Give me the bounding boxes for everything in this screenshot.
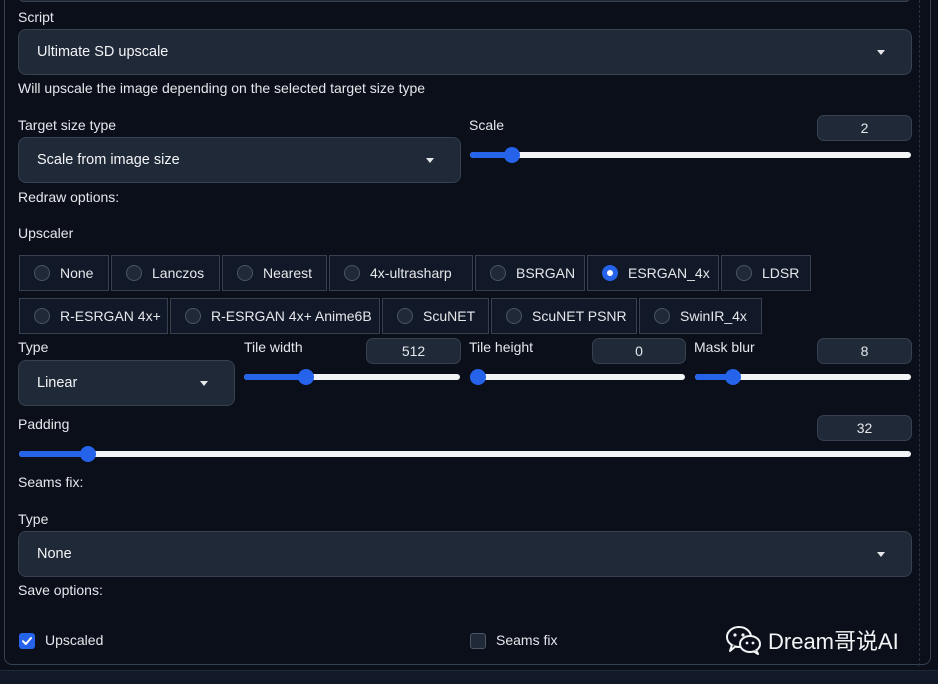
script-label: Script [18,9,54,25]
slider-thumb[interactable] [470,369,486,385]
upscaler-option-r-esrgan-4x-plus[interactable]: R-ESRGAN 4x+ [19,298,168,334]
upscaler-option-label: Nearest [263,265,313,281]
checkmark-icon [22,637,32,645]
upscaler-option-lanczos[interactable]: Lanczos [111,255,220,291]
padding-slider[interactable] [19,446,911,462]
upscaler-option-esrgan-4x[interactable]: ESRGAN_4x [587,255,719,291]
chevron-down-icon [877,552,885,557]
upscaler-option-label: Lanczos [152,265,205,281]
radio-icon [126,265,142,281]
radio-icon [185,308,201,324]
upscaler-option-nearest[interactable]: Nearest [222,255,327,291]
slider-track [470,374,685,380]
redraw-type-selected: Linear [37,375,78,391]
previous-field-edge [18,0,911,2]
script-selected: Ultimate SD upscale [37,44,169,60]
upscaler-option-label: 4x-ultrasharp [370,265,452,281]
upscaler-option-label: ESRGAN_4x [628,265,710,281]
radio-icon [34,308,50,324]
slider-thumb[interactable] [80,446,97,462]
padding-label: Padding [18,416,70,432]
scale-slider[interactable] [470,147,911,163]
scale-label: Scale [469,117,505,133]
chevron-down-icon [877,50,885,55]
tile-width-label: Tile width [244,339,303,355]
slider-thumb[interactable] [725,369,741,385]
mask-blur-label: Mask blur [694,339,755,355]
radio-icon [344,265,360,281]
upscaler-option-label: BSRGAN [516,265,576,281]
slider-thumb[interactable] [504,147,520,163]
seams-type-dropdown[interactable]: None [18,531,912,577]
tile-height-slider[interactable] [470,369,685,385]
slider-track [470,152,911,158]
radio-icon [654,308,670,324]
upscaled-checkbox-label[interactable]: Upscaled [45,632,103,648]
slider-thumb[interactable] [298,369,314,385]
upscaler-option-label: None [60,265,94,281]
target-size-type-label: Target size type [18,117,117,133]
watermark-text: Dream哥说AI [768,629,899,654]
radio-icon [736,265,752,281]
padding-number-input[interactable]: 32 [817,415,912,441]
upscaler-option-r-esrgan-4x-plus-anime6b[interactable]: R-ESRGAN 4x+ Anime6B [170,298,380,334]
upscaler-label: Upscaler [18,225,74,241]
script-dropdown[interactable]: Ultimate SD upscale [18,29,912,75]
upscaler-option-none[interactable]: None [19,255,109,291]
scroll-divider [919,0,921,666]
seams-fix-section-label: Seams fix: [18,474,84,490]
radio-icon [506,308,522,324]
seams-fix-checkbox[interactable] [470,633,486,649]
bottom-bar [0,670,938,684]
tile-height-label: Tile height [469,339,534,355]
radio-selected-icon [602,265,618,281]
upscaler-option-scunet[interactable]: ScuNET [382,298,489,334]
watermark: Dream哥说AI [726,624,899,656]
upscaler-option-4x-ultrasharp[interactable]: 4x-ultrasharp [329,255,473,291]
redraw-type-dropdown[interactable]: Linear [18,360,235,406]
tile-width-number-input[interactable]: 512 [366,338,461,364]
redraw-options-label: Redraw options: [18,189,120,205]
redraw-type-label: Type [18,339,49,355]
upscaler-option-ldsr[interactable]: LDSR [721,255,811,291]
chevron-down-icon [426,158,434,163]
slider-fill [19,451,89,457]
radio-icon [237,265,253,281]
radio-icon [397,308,413,324]
radio-icon [490,265,506,281]
seams-type-selected: None [37,546,72,562]
upscaled-checkbox[interactable] [19,633,35,649]
scale-number-input[interactable]: 2 [817,115,912,141]
save-options-label: Save options: [18,582,103,598]
seams-type-label: Type [18,511,49,527]
tile-width-slider[interactable] [244,369,460,385]
slider-track [19,451,911,457]
wechat-icon [726,626,761,655]
tile-height-number-input[interactable]: 0 [592,338,686,364]
slider-fill [244,374,306,380]
chevron-down-icon [200,381,208,386]
mask-blur-slider[interactable] [695,369,911,385]
upscaler-option-label: ScuNET [423,308,476,324]
upscaler-option-label: R-ESRGAN 4x+ Anime6B [211,308,372,324]
script-description: Will upscale the image depending on the … [18,80,426,96]
radio-icon [34,265,50,281]
upscaler-option-scunet-psnr[interactable]: ScuNET PSNR [491,298,637,334]
upscaler-option-bsrgan[interactable]: BSRGAN [475,255,585,291]
seams-fix-checkbox-label[interactable]: Seams fix [496,632,557,648]
mask-blur-number-input[interactable]: 8 [817,338,912,364]
upscaler-option-label: LDSR [762,265,800,281]
upscaler-option-label: ScuNET PSNR [532,308,627,324]
target-size-type-dropdown[interactable]: Scale from image size [18,137,461,183]
upscaler-option-swinir-4x[interactable]: SwinIR_4x [639,298,762,334]
upscaler-option-label: R-ESRGAN 4x+ [60,308,161,324]
upscaler-option-label: SwinIR_4x [680,308,747,324]
target-size-type-selected: Scale from image size [37,152,180,168]
